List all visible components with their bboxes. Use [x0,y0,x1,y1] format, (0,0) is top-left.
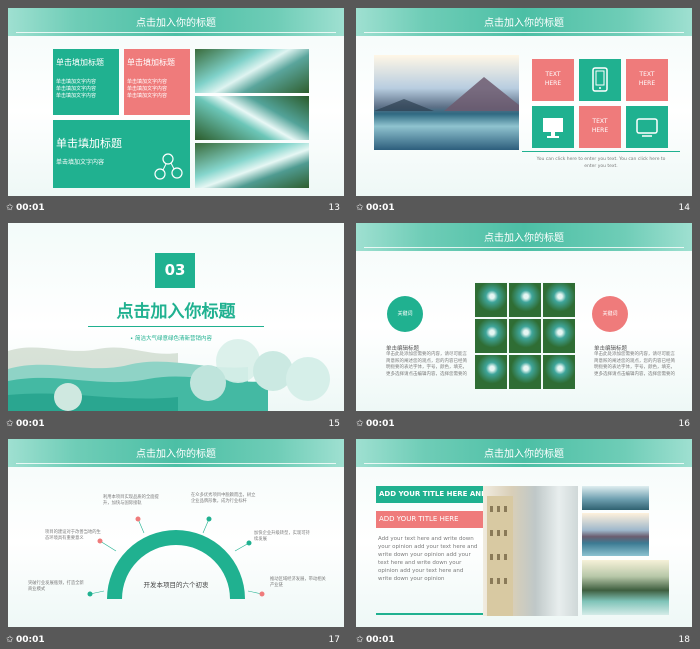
star-icon: ✩ [6,419,14,429]
keyword-circle-right[interactable]: 关键词 [592,296,628,332]
slide-14[interactable]: 点击加入你的标题 TEXT HERE TEXT HERE TEXT HERE Y… [356,8,692,196]
slide-number: 14 [678,203,690,213]
screen-icon [636,118,658,137]
box-title: 单击填加标题 [56,58,104,67]
tile-mobile[interactable] [579,59,621,101]
slide-time: 00:01 [366,419,395,429]
right-heading: 单击编辑标题 [594,346,628,352]
left-heading: 单击编辑标题 [386,346,420,352]
tile-monitor[interactable] [532,106,574,148]
slide-number: 15 [328,419,340,429]
star-icon: ✩ [356,635,364,645]
tile-screen[interactable] [626,106,668,148]
slide-title: 点击加入你的标题 [484,449,564,460]
slide-title: 点击加入你的标题 [484,233,564,244]
header-divider [364,463,684,464]
header-divider [364,247,684,248]
mountain-photo-small [582,513,649,556]
river-photo-1 [195,49,309,93]
slide-header: 点击加入你的标题 [356,8,692,36]
tile-text-3[interactable]: TEXT HERE [579,106,621,148]
star-icon: ✩ [6,635,14,645]
title-box-1[interactable]: 单击填加标题 单击填加文字内容 单击填加文字内容 单击填加文字内容 [53,49,119,115]
slide-time: 00:01 [16,419,45,429]
box-text: 单击填加文字内容 单击填加文字内容 单击填加文字内容 [56,79,97,99]
lake-photo-small [582,486,649,510]
box-title: 单击填加标题 [127,58,175,67]
slide-number: 13 [328,203,340,213]
slide-footer: ✩ 00:01 17 [6,632,342,649]
mountain-lake-photo [374,55,519,150]
keyword-circle-left[interactable]: 关键词 [387,296,423,332]
note-2: 在众多优秀项目中脱颖而出，树立企业品牌形象，成为行业标杆 [191,493,256,504]
slide-header: 点击加入你的标题 [356,439,692,467]
tile-text-2[interactable]: TEXT HERE [626,59,668,101]
slide-footer: ✩ 00:01 15 [6,416,342,433]
section-badge: 03 [155,253,195,288]
photo-underline [522,151,680,152]
heading-underline [88,326,264,327]
header-divider [16,32,336,33]
center-label: 开发本项目的六个初衷 [143,581,209,589]
right-text: 单击此处添加您需要的内容，请尽可能言简意赅的阐述您的观点，您的内容已经简明扼要的… [594,352,675,377]
star-icon: ✩ [6,203,14,213]
left-text: 单击此处添加您需要的内容，请尽可能言简意赅的阐述您的观点，您的内容已经简明扼要的… [386,352,467,377]
slide-13[interactable]: 点击加入你的标题 单击填加标题 单击填加文字内容 单击填加文字内容 单击填加文字… [8,8,344,196]
star-icon: ✩ [356,419,364,429]
mobile-icon [592,67,608,92]
river-photo-3 [195,143,309,188]
network-icon [154,153,183,180]
slide-time: 00:01 [16,635,45,645]
waterfall-grid [475,282,575,389]
slide-number: 18 [678,635,690,645]
note-3: 项目的建设对于改善当地的生态环境具有重要意义 [45,530,101,541]
tile-text-1[interactable]: TEXT HERE [532,59,574,101]
slide-title: 点击加入你的标题 [484,18,564,29]
box-text: 单击填加文字内容 单击填加文字内容 单击填加文字内容 [127,79,168,99]
slide-number: 17 [328,635,340,645]
slide-header: 点击加入你的标题 [356,223,692,251]
tower-photo [483,486,578,616]
slide-footer: ✩ 00:01 13 [6,200,342,217]
note-5: 突破行业发展瓶颈，打造全新商业模式 [28,581,84,592]
slide-footer: ✩ 00:01 18 [356,632,692,649]
caption-text: You can click here to enter you text. Yo… [536,157,666,169]
tower-icon [487,496,513,616]
body-text: Add your text here and write down your o… [378,536,478,582]
title-box-3[interactable]: 单击填加标题 单击填加文字内容 [53,120,190,188]
note-6: 推动区域经济发展，带动相关产业链 [270,577,326,588]
section-heading: 点击加入你标题 [116,302,236,322]
slide-time: 00:01 [366,635,395,645]
river-photo-2 [195,96,309,140]
title-box-2[interactable]: 单击填加标题 单击填加文字内容 单击填加文字内容 单击填加文字内容 [124,49,190,115]
box-title: 单击填加标题 [56,137,122,150]
slide-15[interactable]: 03 点击加入你标题 • 简洁大气绿意绿色清新营销内容 [8,223,344,411]
header-divider [364,32,684,33]
note-1: 利用本项目实现品质的全面提升，加快与国际接轨 [103,495,159,506]
slide-17[interactable]: 点击加入你的标题 开发本项目的六个初衷 利用本项目实现品质的全面提升，加快与国际… [8,439,344,627]
slide-18[interactable]: 点击加入你的标题 ADD YOUR TITLE HERE AND ADD YOU… [356,439,692,627]
slide-16[interactable]: 点击加入你的标题 关键词 单击编辑标题 单击此处添加您需要的内容，请尽可能言简意… [356,223,692,411]
watercolor-hills [8,339,330,411]
forest-lake-photo [582,560,669,615]
star-icon: ✩ [356,203,364,213]
slide-footer: ✩ 00:01 16 [356,416,692,433]
slide-time: 00:01 [16,203,45,213]
slide-footer: ✩ 00:01 14 [356,200,692,217]
monitor-icon [543,118,563,138]
mountain-icon [374,77,519,111]
slide-number: 16 [678,419,690,429]
slide-time: 00:01 [366,203,395,213]
note-4: 加快企业升级转型，实现可持续发展 [254,531,310,542]
slide-title: 点击加入你的标题 [136,18,216,29]
slide-header: 点击加入你的标题 [8,8,344,36]
body-underline [376,613,486,615]
